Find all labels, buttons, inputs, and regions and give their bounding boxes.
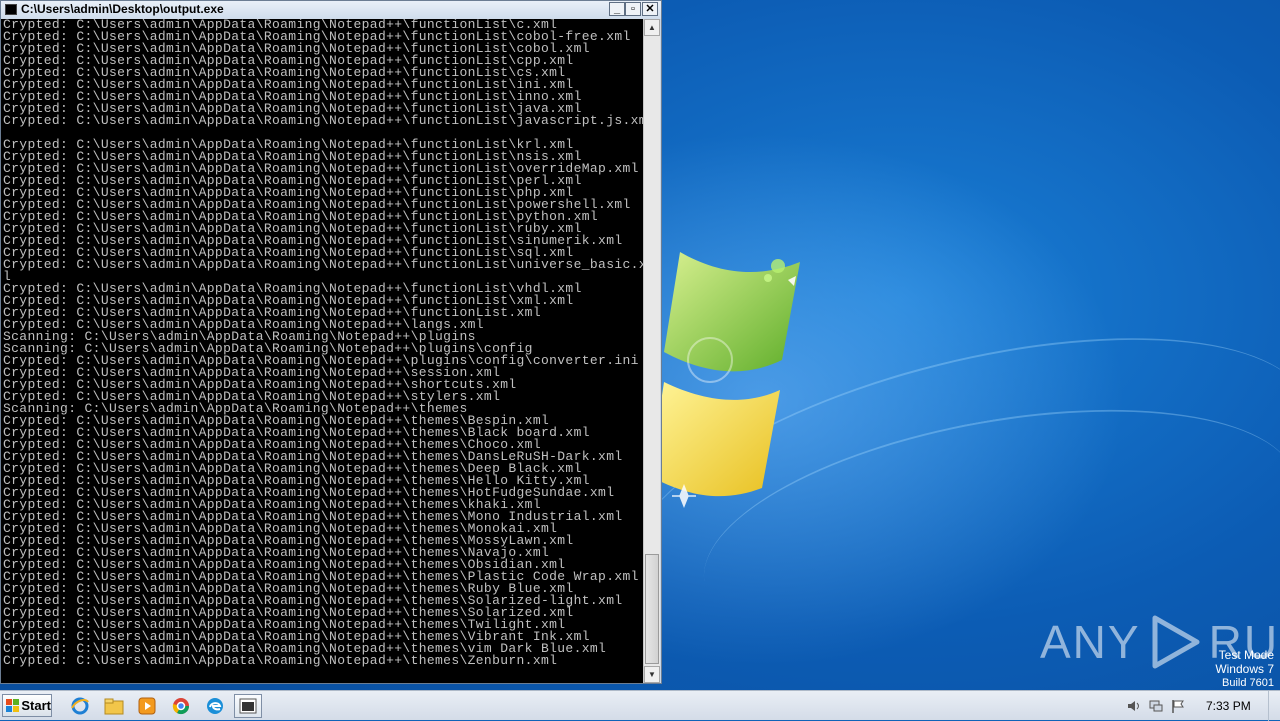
console-line: Crypted: C:\Users\admin\AppData\Roaming\… [3, 653, 558, 668]
media-player-icon [138, 697, 156, 715]
scroll-up-button[interactable]: ▲ [644, 19, 660, 36]
internet-explorer-icon [71, 697, 89, 715]
console-line: Crypted: C:\Users\admin\AppData\Roaming\… [3, 257, 643, 272]
system-tray [1126, 695, 1186, 717]
taskbar-app-console[interactable] [234, 694, 262, 718]
maximize-button[interactable]: ▫ [625, 2, 641, 16]
chrome-icon [172, 698, 190, 715]
start-button[interactable]: Start [2, 694, 52, 717]
scroll-down-button[interactable]: ▼ [644, 666, 660, 683]
scrollbar-thumb[interactable] [645, 554, 659, 664]
volume-icon[interactable] [1126, 698, 1142, 714]
test-mode-label: Test Mode [1218, 648, 1274, 662]
console-app-icon [239, 698, 257, 714]
console-line: Crypted: C:\Users\admin\AppData\Roaming\… [3, 113, 643, 128]
console-window[interactable]: C:\Users\admin\Desktop\output.exe _ ▫ ✕ … [0, 0, 662, 684]
taskbar: Start 7:33 PM [0, 690, 1280, 721]
taskbar-app-file-explorer[interactable] [100, 694, 128, 718]
taskbar-app-edge[interactable] [201, 694, 229, 718]
windows-flag-icon [6, 698, 19, 713]
title-bar[interactable]: C:\Users\admin\Desktop\output.exe _ ▫ ✕ [1, 1, 661, 19]
taskbar-app-internet-explorer[interactable] [66, 694, 94, 718]
windows-logo [650, 252, 800, 509]
file-explorer-icon [104, 698, 124, 715]
edge-icon [207, 698, 223, 714]
minimize-button[interactable]: _ [609, 2, 625, 16]
console-icon [5, 4, 17, 15]
console-lines: Crypted: C:\Users\admin\AppData\Roaming\… [1, 19, 643, 667]
build-label: Build 7601 [1222, 677, 1274, 689]
taskbar-clock[interactable]: 7:33 PM [1206, 699, 1251, 713]
close-button[interactable]: ✕ [642, 2, 658, 16]
taskbar-app-chrome[interactable] [167, 694, 195, 718]
system-info: Test Mode Windows 7 Build 7601 [1215, 648, 1274, 690]
window-title: C:\Users\admin\Desktop\output.exe [21, 2, 224, 16]
start-label: Start [21, 698, 51, 713]
watermark-left-text: ANY [1040, 616, 1141, 668]
taskbar-app-media-player[interactable] [133, 694, 161, 718]
play-icon [1152, 615, 1200, 669]
network-icon[interactable] [1148, 698, 1164, 714]
vertical-scrollbar[interactable]: ▲ ▼ [643, 19, 660, 683]
os-name-label: Windows 7 [1215, 662, 1274, 676]
console-output[interactable]: Crypted: C:\Users\admin\AppData\Roaming\… [1, 19, 643, 683]
show-desktop-button[interactable] [1268, 691, 1280, 721]
action-center-flag-icon[interactable] [1170, 698, 1186, 714]
